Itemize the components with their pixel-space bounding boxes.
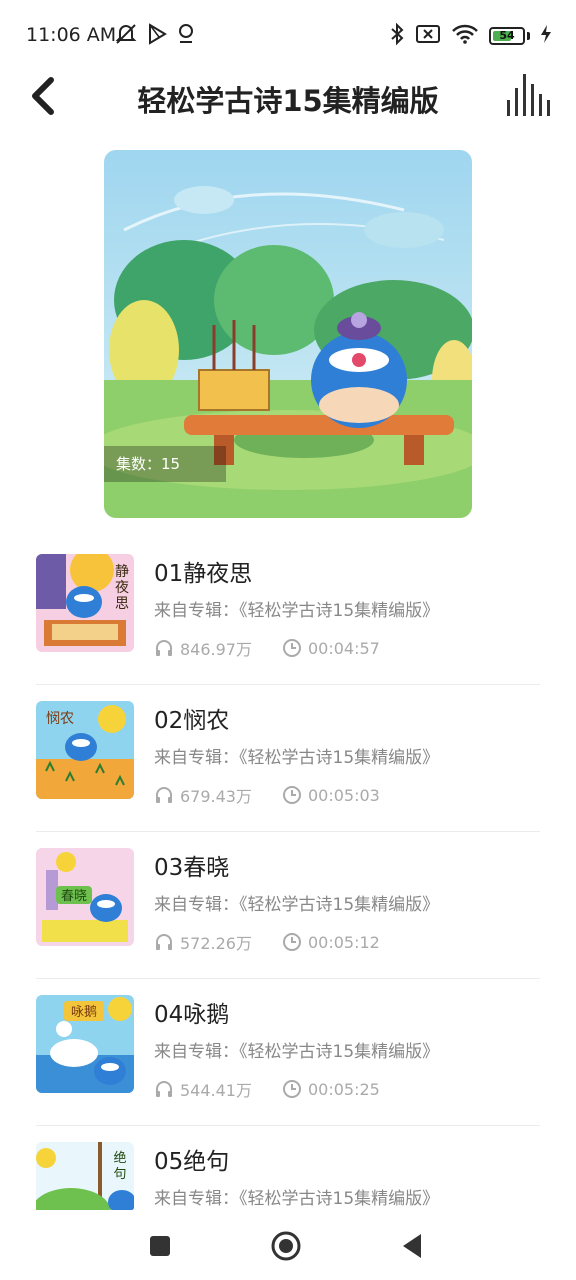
home-circle-icon — [271, 1231, 301, 1261]
duration: 00:05:25 — [308, 1079, 380, 1099]
track-title: 04咏鹅 — [154, 1002, 230, 1028]
bluetooth-icon — [389, 22, 405, 50]
svg-text:春晓: 春晓 — [61, 889, 87, 904]
home-button[interactable] — [270, 1230, 302, 1262]
player-button[interactable] — [504, 70, 554, 120]
svg-text:绝: 绝 — [113, 1150, 126, 1166]
track-title: 01静夜思 — [154, 561, 253, 587]
track-thumbnail: 春晓 — [36, 848, 134, 946]
track-meta: 572.26万 00:05:12 — [154, 930, 380, 954]
svg-text:夜: 夜 — [115, 580, 129, 596]
location-icon — [176, 22, 196, 50]
track-title: 02悯农 — [154, 708, 230, 734]
duration: 00:04:57 — [308, 638, 380, 658]
svg-text:静: 静 — [115, 564, 129, 580]
track-album: 来自专辑：《轻松学古诗15集精编版》 — [154, 1042, 440, 1062]
track-album: 来自专辑：《轻松学古诗15集精编版》 — [154, 1189, 440, 1209]
headphones-icon — [156, 787, 172, 803]
track-meta: 846.97万 00:04:57 — [154, 636, 380, 660]
svg-text:句: 句 — [113, 1167, 126, 1182]
battery-percent: 54 — [499, 29, 515, 42]
headphones-icon — [156, 1081, 172, 1097]
clock-icon — [283, 786, 301, 804]
charging-icon — [540, 24, 552, 48]
svg-text:悯农: 悯农 — [46, 711, 74, 727]
track-thumbnail: 静 夜 思 — [36, 554, 134, 652]
status-time: 11:06 AM — [26, 24, 117, 46]
equalizer-bars-icon — [507, 74, 550, 116]
track-list: 静 夜 思 01静夜思 来自专辑：《轻松学古诗15集精编版》 846.97万 0… — [36, 538, 540, 1273]
list-item[interactable]: 春晓 03春晓 来自专辑：《轻松学古诗15集精编版》 572.26万 00:05… — [36, 832, 540, 979]
track-thumbnail: 咏鹅 — [36, 995, 134, 1093]
play-count: 544.41万 — [180, 1081, 252, 1100]
duration: 00:05:12 — [308, 932, 380, 952]
list-item[interactable]: 咏鹅 04咏鹅 来自专辑：《轻松学古诗15集精编版》 544.41万 00:05… — [36, 979, 540, 1126]
header: 轻松学古诗15集精编版 — [0, 60, 576, 132]
system-nav-bar — [0, 1210, 576, 1280]
battery-icon: 54 — [489, 27, 525, 45]
play-store-icon — [146, 22, 168, 50]
track-title: 03春晓 — [154, 855, 230, 881]
clock-icon — [283, 1080, 301, 1098]
headphones-icon — [156, 640, 172, 656]
list-item[interactable]: 悯农 02悯农 来自专辑：《轻松学古诗15集精编版》 679.43万 00:05… — [36, 685, 540, 832]
track-album: 来自专辑：《轻松学古诗15集精编版》 — [154, 601, 440, 621]
sim-off-icon — [415, 23, 441, 49]
play-count: 572.26万 — [180, 934, 252, 953]
list-item[interactable]: 静 夜 思 01静夜思 来自专辑：《轻松学古诗15集精编版》 846.97万 0… — [36, 538, 540, 685]
album-cover[interactable]: 集数：15 — [104, 150, 472, 518]
track-meta: 544.41万 00:05:25 — [154, 1077, 380, 1101]
clock-icon — [283, 639, 301, 657]
track-thumbnail: 悯农 — [36, 701, 134, 799]
svg-text:思: 思 — [115, 596, 129, 612]
track-meta: 679.43万 00:05:03 — [154, 783, 380, 807]
play-count: 679.43万 — [180, 787, 252, 806]
wifi-icon — [451, 23, 479, 49]
episode-count-badge: 集数：15 — [104, 446, 226, 482]
mute-icon — [114, 22, 138, 50]
page-title: 轻松学古诗15集精编版 — [137, 84, 439, 118]
play-count: 846.97万 — [180, 640, 252, 659]
back-nav-button[interactable] — [396, 1230, 428, 1262]
recents-button[interactable] — [144, 1230, 176, 1262]
track-album: 来自专辑：《轻松学古诗15集精编版》 — [154, 748, 440, 768]
headphones-icon — [156, 934, 172, 950]
clock-icon — [283, 933, 301, 951]
back-triangle-icon — [403, 1234, 421, 1258]
recents-square-icon — [150, 1236, 170, 1256]
track-title: 05绝句 — [154, 1149, 230, 1175]
svg-text:咏鹅: 咏鹅 — [71, 1004, 97, 1020]
duration: 00:05:03 — [308, 785, 380, 805]
track-album: 来自专辑：《轻松学古诗15集精编版》 — [154, 895, 440, 915]
